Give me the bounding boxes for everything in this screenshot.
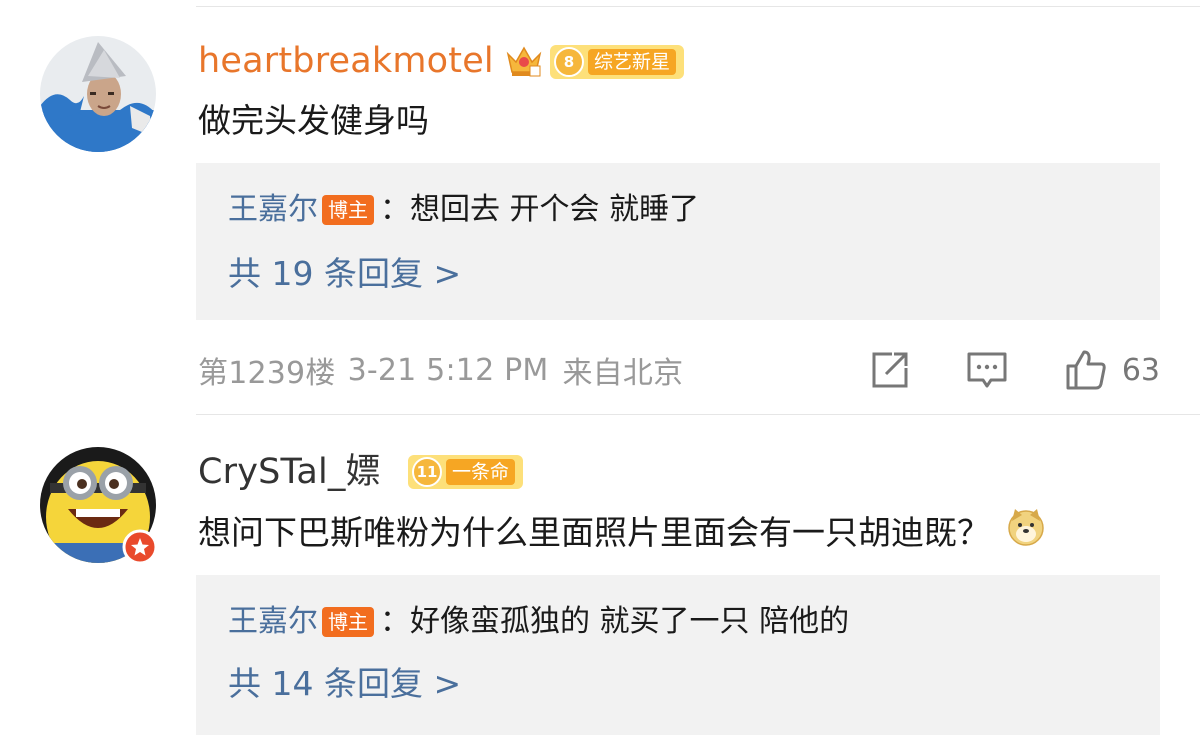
- owner-tag: 博主: [322, 195, 374, 225]
- comment-meta: 第1239楼 3-21 5:12 PM 来自北京 63: [198, 348, 1160, 392]
- timestamp: 3-21 5:12 PM: [347, 352, 549, 388]
- reply-preview[interactable]: 王嘉尔 博主 ： 好像蛮孤独的 就买了一只 陪他的 共 14 条回复 >: [196, 575, 1160, 735]
- reply-text: 想回去 开个会 就睡了: [410, 192, 700, 227]
- level-number: 8: [554, 47, 584, 77]
- comment-icon: [966, 350, 1008, 390]
- avatar[interactable]: [40, 36, 156, 152]
- comment-text-content: 想问下巴斯唯粉为什么里面照片里面会有一只胡迪既？: [198, 513, 990, 552]
- comment-item: CrySTal_嫖 11 一条命 想问下巴斯唯粉为什么里面照片里面会有一只胡迪既…: [0, 415, 1200, 735]
- doge-icon: [1006, 507, 1046, 559]
- username[interactable]: heartbreakmotel: [198, 38, 494, 84]
- owner-tag: 博主: [322, 607, 374, 637]
- reply-author[interactable]: 王嘉尔: [228, 601, 318, 643]
- reply-count-link[interactable]: 共 19 条回复 >: [228, 251, 461, 297]
- comment-item: heartbreakmotel 8 综艺新星 做完头发健身吗 王嘉尔 博主 ： …: [0, 0, 1200, 414]
- level-badge[interactable]: 8 综艺新星: [550, 45, 685, 79]
- reply-separator: ：: [380, 192, 410, 227]
- vip-badge-icon: [122, 529, 158, 569]
- reply-preview[interactable]: 王嘉尔 博主 ： 想回去 开个会 就睡了 共 19 条回复 >: [196, 163, 1160, 320]
- reply-separator: ：: [380, 604, 410, 639]
- location: 来自北京: [562, 356, 684, 391]
- crown-icon: [504, 40, 544, 84]
- reply-author[interactable]: 王嘉尔: [228, 189, 318, 231]
- level-label: 一条命: [446, 459, 516, 485]
- comment-text: 做完头发健身吗: [198, 101, 429, 140]
- like-count: 63: [1121, 352, 1160, 388]
- reply-count-link[interactable]: 共 14 条回复 >: [228, 661, 461, 707]
- level-number: 11: [412, 457, 442, 487]
- like-button[interactable]: 63: [1064, 348, 1160, 392]
- reply-line: 王嘉尔 博主 ： 想回去 开个会 就睡了: [228, 189, 699, 231]
- share-button[interactable]: [870, 350, 910, 390]
- username[interactable]: CrySTal_嫖: [198, 449, 381, 495]
- reply-text: 好像蛮孤独的 就买了一只 陪他的: [410, 604, 850, 639]
- level-label: 综艺新星: [588, 49, 677, 75]
- comment-text: 想问下巴斯唯粉为什么里面照片里面会有一只胡迪既？: [198, 507, 1046, 559]
- thumbs-up-icon: [1064, 348, 1108, 392]
- floor-number: 第1239楼: [198, 356, 336, 391]
- comment-button[interactable]: [966, 350, 1008, 390]
- level-badge[interactable]: 11 一条命: [408, 455, 524, 489]
- reply-line: 王嘉尔 博主 ： 好像蛮孤独的 就买了一只 陪他的: [228, 601, 849, 643]
- share-icon: [870, 350, 910, 390]
